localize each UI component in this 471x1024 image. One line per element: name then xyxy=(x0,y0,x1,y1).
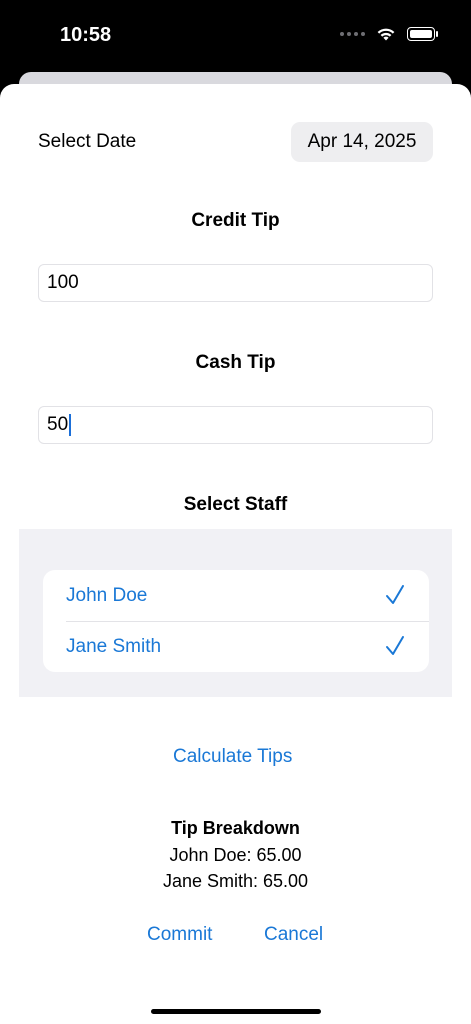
commit-button[interactable]: Commit xyxy=(147,924,212,946)
cash-tip-title: Cash Tip xyxy=(195,352,276,373)
date-picker-button[interactable]: Apr 14, 2025 xyxy=(291,122,433,162)
screen: 10:58 Select Date Apr 14, 2025 Credit Ti… xyxy=(0,0,471,1024)
status-time: 10:58 xyxy=(60,24,112,46)
staff-name: Jane Smith xyxy=(66,635,162,657)
breakdown-line: Jane Smith: 65.00 xyxy=(162,871,309,891)
cellular-signal-icon xyxy=(340,32,365,36)
status-icons xyxy=(340,26,438,42)
battery-icon xyxy=(407,27,438,41)
checkmark-icon xyxy=(386,636,404,655)
staff-list: John Doe Jane Smith xyxy=(43,570,429,672)
staff-row-john-doe[interactable]: John Doe xyxy=(43,570,429,621)
staff-name: John Doe xyxy=(66,584,148,606)
breakdown-line: John Doe: 65.00 xyxy=(169,845,302,865)
cash-tip-field[interactable]: 50 xyxy=(38,406,433,444)
credit-tip-title: Credit Tip xyxy=(191,210,280,231)
select-staff-title: Select Staff xyxy=(183,494,288,515)
calculate-tips-button[interactable]: Calculate Tips xyxy=(173,746,292,768)
cash-tip-value: 50 xyxy=(47,414,69,435)
credit-tip-value: 100 xyxy=(47,272,79,293)
checkmark-icon xyxy=(386,585,404,604)
home-indicator xyxy=(151,1009,321,1014)
tip-breakdown-title: Tip Breakdown xyxy=(171,818,300,838)
select-date-label: Select Date xyxy=(38,131,137,152)
staff-row-jane-smith[interactable]: Jane Smith xyxy=(43,621,429,672)
text-cursor xyxy=(69,414,72,436)
wifi-icon xyxy=(377,28,395,41)
credit-tip-field[interactable]: 100 xyxy=(38,264,433,302)
cancel-button[interactable]: Cancel xyxy=(264,924,323,946)
